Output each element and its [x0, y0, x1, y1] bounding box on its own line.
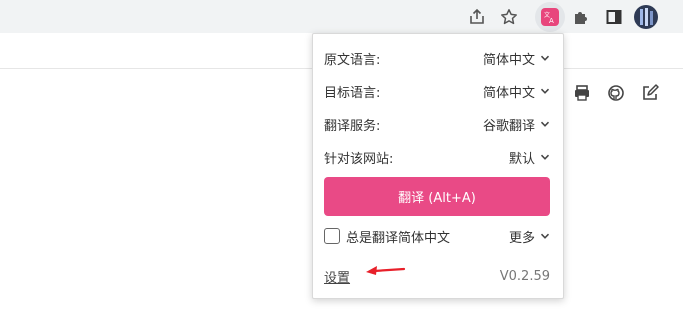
- chevron-down-icon: [540, 55, 550, 61]
- source-language-select[interactable]: 简体中文: [483, 49, 550, 68]
- target-language-value: 简体中文: [482, 85, 535, 101]
- translation-service-select[interactable]: 谷歌翻译: [483, 115, 550, 134]
- translate-button[interactable]: 翻译 (Alt+A): [324, 177, 550, 216]
- site-rule-value: 默认: [508, 151, 535, 167]
- target-language-select[interactable]: 简体中文: [483, 82, 550, 101]
- translate-extension-icon[interactable]: 文A: [535, 2, 565, 32]
- popup-footer: 设置 V0.2.59: [324, 266, 550, 286]
- settings-link[interactable]: 设置: [324, 267, 350, 286]
- always-translate-checkbox[interactable]: [324, 228, 340, 244]
- always-translate-option[interactable]: 总是翻译简体中文: [324, 227, 450, 246]
- github-icon[interactable]: [607, 84, 625, 102]
- source-language-value: 简体中文: [482, 52, 535, 68]
- source-language-label: 原文语言:: [324, 52, 381, 68]
- edit-icon[interactable]: [641, 84, 659, 102]
- always-translate-label: 总是翻译简体中文: [346, 230, 451, 246]
- star-icon[interactable]: [498, 6, 520, 28]
- print-icon[interactable]: [573, 84, 591, 102]
- target-language-label: 目标语言:: [324, 85, 381, 101]
- puzzle-icon[interactable]: [570, 6, 592, 28]
- translation-service-label: 翻译服务:: [324, 118, 381, 134]
- site-rule-row: 针对该网站: 默认: [324, 146, 550, 168]
- more-label: 更多: [508, 230, 535, 246]
- annotation-arrow: [366, 266, 406, 275]
- chevron-down-icon: [540, 233, 550, 239]
- translation-service-row: 翻译服务: 谷歌翻译: [324, 113, 550, 135]
- browser-toolbar: 文A: [0, 0, 683, 33]
- more-select[interactable]: 更多: [509, 227, 550, 246]
- chevron-down-icon: [540, 121, 550, 127]
- sidebar-icon[interactable]: [603, 6, 625, 28]
- target-language-row: 目标语言: 简体中文: [324, 80, 550, 102]
- site-rule-select[interactable]: 默认: [509, 148, 550, 167]
- site-rule-label: 针对该网站:: [324, 151, 394, 167]
- svg-text:A: A: [549, 17, 554, 24]
- translate-popup: 原文语言: 简体中文 目标语言: 简体中文 翻译服务: 谷歌翻译 针对该网站: …: [312, 33, 564, 299]
- version-text: V0.2.59: [499, 268, 550, 284]
- always-translate-row: 总是翻译简体中文 更多: [324, 225, 550, 247]
- source-language-row: 原文语言: 简体中文: [324, 47, 550, 69]
- translation-service-value: 谷歌翻译: [482, 118, 535, 134]
- chevron-down-icon: [540, 88, 550, 94]
- translate-icon: 文A: [541, 8, 559, 26]
- avatar[interactable]: [634, 5, 658, 29]
- chevron-down-icon: [540, 154, 550, 160]
- share-icon[interactable]: [466, 6, 488, 28]
